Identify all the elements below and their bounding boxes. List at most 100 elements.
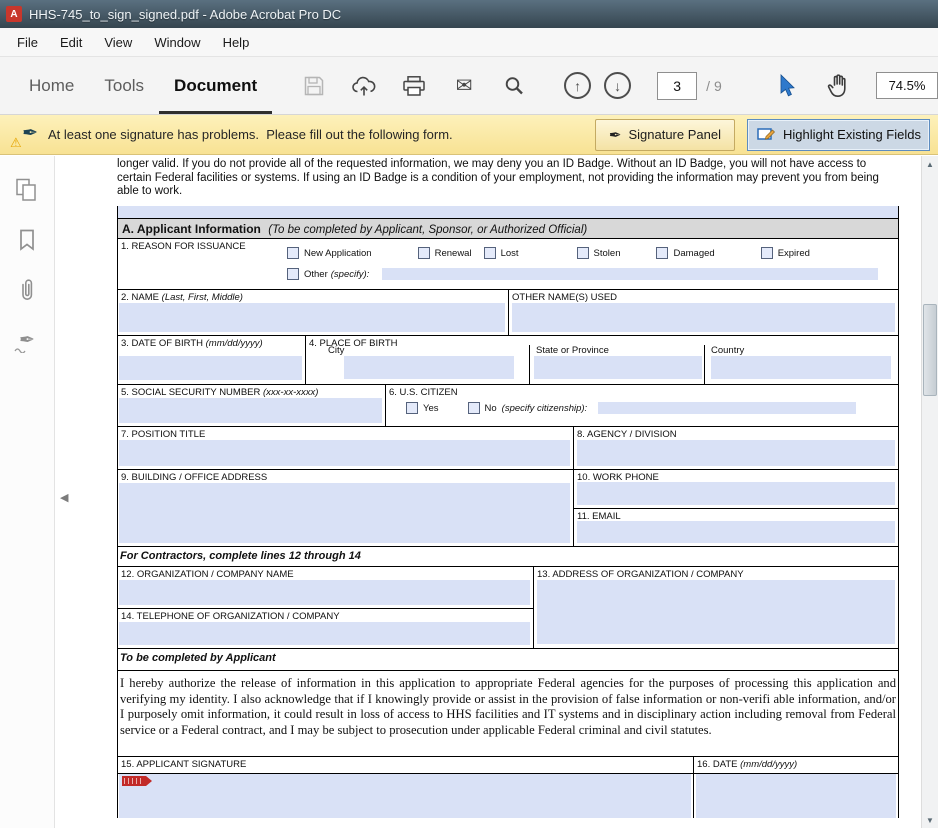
menu-help[interactable]: Help (212, 30, 261, 55)
form-table: A. Applicant Information (To be complete… (117, 206, 899, 818)
q15-label: 15. APPLICANT SIGNATURE (121, 759, 247, 770)
pdf-page: longer valid. If you do not provide all … (88, 155, 910, 828)
zoom-value: 74.5% (888, 78, 926, 93)
authorization-text: I hereby authorize the release of inform… (118, 671, 898, 757)
other-names-label: OTHER NAME(S) USED (512, 292, 618, 303)
field-org-name[interactable] (119, 580, 530, 605)
page-thumbnails-button[interactable] (12, 176, 42, 204)
divider (704, 345, 705, 384)
save-icon[interactable] (298, 70, 330, 102)
cell-org-name: 12. ORGANIZATION / COMPANY NAME (118, 567, 533, 609)
menu-edit[interactable]: Edit (49, 30, 93, 55)
field-ssn[interactable] (119, 398, 382, 423)
page-number-input[interactable] (657, 71, 698, 100)
field-applicant-signature[interactable] (119, 774, 691, 818)
option-label: Damaged (673, 247, 715, 259)
field-org-address[interactable] (537, 580, 895, 644)
row-reason-for-issuance: 1. REASON FOR ISSUANCE New Application R… (118, 239, 898, 290)
previous-page-button[interactable]: ↑ (564, 72, 592, 99)
titlebar: A HHS-745_to_sign_signed.pdf - Adobe Acr… (0, 0, 938, 28)
field-partial[interactable] (118, 206, 898, 218)
scroll-up-button[interactable]: ▲ (922, 156, 938, 172)
field-other-names[interactable] (512, 303, 895, 332)
cell-email: 11. EMAIL (574, 509, 898, 546)
checkbox-expired[interactable] (760, 247, 773, 259)
checkbox-stolen[interactable] (576, 247, 589, 259)
field-agency-division[interactable] (577, 440, 895, 466)
scrollbar-thumb[interactable] (923, 304, 937, 396)
field-citizenship[interactable] (598, 402, 857, 414)
menu-view[interactable]: View (93, 30, 143, 55)
menu-window[interactable]: Window (143, 30, 211, 55)
share-cloud-icon[interactable] (348, 70, 380, 102)
tab-tools[interactable]: Tools (89, 57, 159, 114)
field-work-phone[interactable] (577, 482, 895, 505)
option-label: New Application (304, 247, 372, 259)
acrobat-icon: A (6, 6, 22, 22)
print-icon[interactable] (398, 70, 430, 102)
checkbox-citizen-yes[interactable] (406, 402, 418, 414)
cell-place-of-birth: 4. PLACE OF BIRTH City State or Province… (306, 336, 898, 384)
tab-document[interactable]: Document (159, 57, 273, 114)
field-email[interactable] (577, 521, 895, 543)
field-position-title[interactable] (119, 440, 570, 466)
cell-org-phone: 14. TELEPHONE OF ORGANIZATION / COMPANY (118, 609, 533, 648)
field-other-specify[interactable] (382, 268, 879, 280)
main-toolbar: Home Tools Document ✉ ↑ ↓ / 9 74.5% (0, 57, 938, 115)
zoom-control[interactable]: 74.5% (876, 72, 938, 99)
option-hint: (specify citizenship): (501, 402, 588, 414)
cell-position-title: 7. POSITION TITLE (118, 427, 574, 469)
field-birth-city[interactable] (344, 356, 514, 379)
menubar: File Edit View Window Help (0, 28, 938, 57)
pane-splitter-handle[interactable]: ◀ (60, 488, 73, 506)
highlight-existing-fields-button[interactable]: Highlight Existing Fields (746, 118, 930, 151)
signature-panel-icon: ✒ (608, 126, 622, 144)
attachments-button[interactable] (12, 276, 42, 304)
checkbox-damaged[interactable] (656, 247, 669, 259)
signature-stamp (122, 776, 152, 786)
checkbox-other[interactable] (287, 268, 299, 280)
highlight-fields-label: Highlight Existing Fields (782, 127, 921, 142)
option-label: Other (304, 268, 328, 280)
field-birth-country[interactable] (711, 356, 891, 379)
cell-date-of-birth: 3. DATE OF BIRTH (mm/dd/yyyy) (118, 336, 306, 384)
cell-org-column: 12. ORGANIZATION / COMPANY NAME 14. TELE… (118, 567, 534, 648)
menu-file[interactable]: File (6, 30, 49, 55)
cell-ssn: 5. SOCIAL SECURITY NUMBER (xxx-xx-xxxx) (118, 385, 386, 426)
signature-panel-button[interactable]: ✒ Signature Panel (594, 118, 735, 151)
bookmarks-button[interactable] (12, 226, 42, 254)
field-birth-state[interactable] (534, 356, 702, 379)
option-damaged: Damaged (656, 247, 715, 259)
row-partial-field (118, 206, 898, 219)
scroll-down-button[interactable]: ▼ (922, 812, 938, 828)
field-name[interactable] (119, 303, 505, 332)
divider (529, 345, 530, 384)
field-date-signed[interactable] (696, 774, 896, 818)
row-position-agency: 7. POSITION TITLE 8. AGENCY / DIVISION (118, 427, 898, 470)
navigation-pane: ✒ (0, 156, 55, 828)
option-label: Stolen (593, 247, 621, 259)
checkbox-lost[interactable] (483, 247, 496, 259)
tab-home[interactable]: Home (14, 57, 89, 114)
hand-tool-icon[interactable] (822, 70, 854, 102)
checkbox-citizen-no[interactable] (467, 402, 480, 414)
checkbox-renewal[interactable] (417, 247, 430, 259)
applicant-note: To be completed by Applicant (118, 649, 898, 671)
field-org-phone[interactable] (119, 622, 530, 645)
q6-label: 6. U.S. CITIZEN (389, 387, 458, 398)
field-building-address[interactable] (119, 483, 570, 543)
q8-label: 8. AGENCY / DIVISION (577, 429, 677, 440)
message-text: At least one signature has problems. Ple… (48, 127, 453, 142)
contractors-note: For Contractors, complete lines 12 throu… (118, 547, 898, 567)
next-page-button[interactable]: ↓ (604, 72, 632, 99)
vertical-scrollbar[interactable]: ▲ ▼ (921, 156, 938, 828)
signatures-button[interactable]: ✒ (12, 326, 42, 354)
field-date-of-birth[interactable] (119, 356, 302, 380)
select-tool-icon[interactable] (770, 70, 802, 102)
signature-warning-icon: ✒ ⚠ (10, 122, 38, 150)
checkbox-new-application[interactable] (287, 247, 299, 259)
label-text: 5. SOCIAL SECURITY NUMBER (121, 387, 261, 398)
email-icon[interactable]: ✉ (448, 70, 480, 102)
q6-options: Yes No (specify citizenship): (406, 402, 857, 414)
search-icon[interactable] (498, 70, 530, 102)
